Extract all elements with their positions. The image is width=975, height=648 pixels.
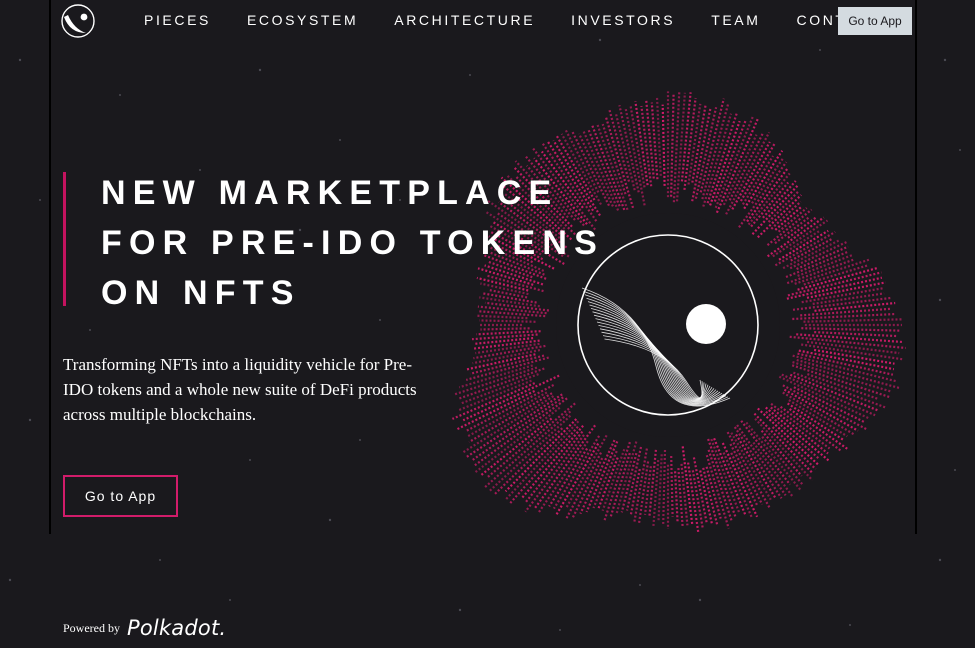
hero-go-to-app-button[interactable]: Go to App xyxy=(63,475,178,517)
nav-item-pieces[interactable]: PIECES xyxy=(144,12,211,28)
hero-headline: NEW MARKETPLACE FOR PRE-IDO TOKENS ON NF… xyxy=(101,168,605,318)
main-nav: PIECES ECOSYSTEM ARCHITECTURE INVESTORS … xyxy=(144,11,917,29)
header-go-to-app-button[interactable]: Go to App xyxy=(838,7,912,35)
nav-item-ecosystem[interactable]: ECOSYSTEM xyxy=(247,12,358,28)
nav-item-architecture[interactable]: ARCHITECTURE xyxy=(394,12,535,28)
frame-line-left xyxy=(49,0,51,534)
polkadot-logo: Polkadot. xyxy=(127,616,227,640)
hero-subtitle: Transforming NFTs into a liquidity vehic… xyxy=(63,355,417,424)
headline-accent-bar xyxy=(63,172,66,306)
moon-dot xyxy=(686,304,726,344)
moon-logo-icon[interactable] xyxy=(60,3,96,39)
powered-by-badge[interactable]: Powered by Polkadot. xyxy=(63,609,226,641)
nav-item-investors[interactable]: INVESTORS xyxy=(571,12,675,28)
nav-item-team[interactable]: TEAM xyxy=(711,12,760,28)
headline-line-1: NEW MARKETPLACE xyxy=(101,174,559,212)
powered-by-label: Powered by xyxy=(63,621,120,635)
headline-line-3: ON NFTS xyxy=(101,274,301,312)
particle-ring-moon-illustration xyxy=(451,91,906,533)
headline-line-2: FOR PRE-IDO TOKENS xyxy=(101,224,605,262)
